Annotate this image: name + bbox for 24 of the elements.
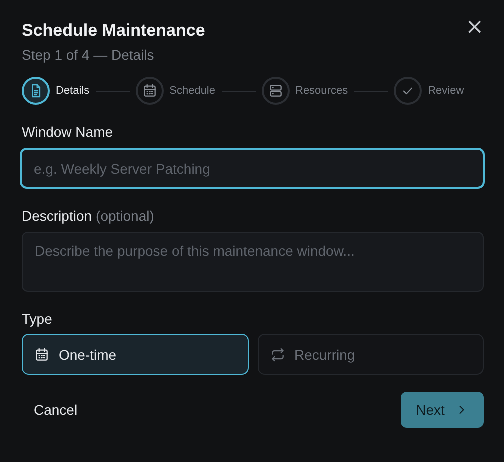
- field-label: Window Name: [22, 124, 114, 140]
- step-label: Resources: [296, 85, 348, 97]
- step-label: Schedule: [170, 85, 216, 97]
- close-button[interactable]: ×: [466, 19, 484, 37]
- calendar-icon: [34, 346, 50, 362]
- field-label: Description: [22, 208, 92, 224]
- description-field[interactable]: Describe the purpose of this maintenance window...: [22, 232, 484, 292]
- calendar-icon: [142, 83, 158, 99]
- cancel-button[interactable]: Cancel: [22, 394, 90, 426]
- optional-hint: (optional): [96, 208, 154, 224]
- step-indicator[interactable]: [22, 77, 50, 105]
- server-icon: [268, 83, 284, 99]
- type-option[interactable]: Recurring: [258, 334, 484, 375]
- dialog-title: Schedule Maintenance: [22, 21, 206, 41]
- repeat-icon: [270, 346, 286, 362]
- step-label: Details: [56, 85, 90, 97]
- step-subtitle: Step 1 of 4 — Details: [22, 47, 156, 63]
- input-field[interactable]: e.g. Weekly Server Patching: [20, 148, 485, 189]
- step-indicator[interactable]: [262, 77, 290, 105]
- type-option[interactable]: One-time: [22, 334, 248, 375]
- step-indicator[interactable]: [136, 77, 164, 105]
- step-label: Review: [428, 85, 464, 97]
- next-button[interactable]: Next: [401, 392, 484, 428]
- field-label: Type: [22, 311, 54, 327]
